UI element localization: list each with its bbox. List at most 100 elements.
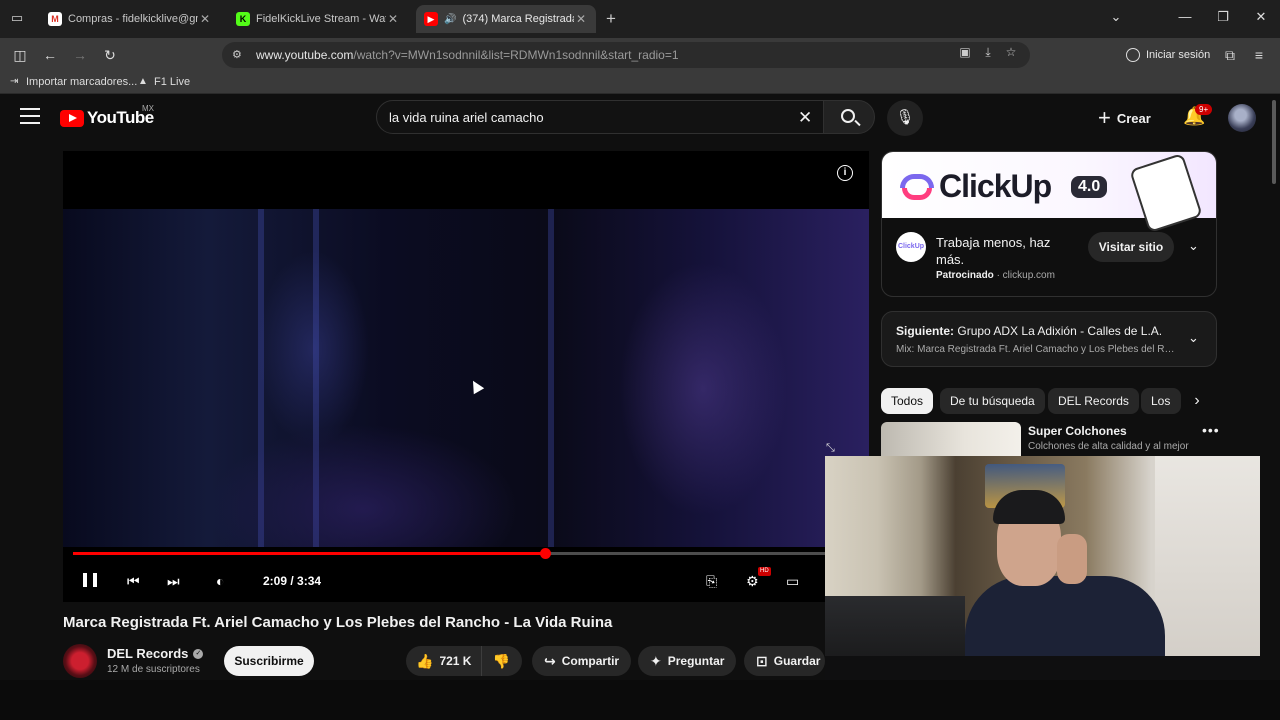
window-close-icon[interactable]: ✕ xyxy=(1251,9,1271,25)
next-icon[interactable]: ⏭ xyxy=(167,571,180,591)
url-path: /watch?v=MWn1sodnnil&list=RDMWn1sodnnil&… xyxy=(353,48,679,62)
search-icon xyxy=(841,109,855,123)
kick-icon: K xyxy=(236,12,250,26)
more-options-icon[interactable]: ••• xyxy=(1202,422,1220,438)
pause-button[interactable] xyxy=(83,571,97,591)
bookmark-f1[interactable]: ▲ F1 Live xyxy=(138,76,190,88)
chevron-down-icon[interactable]: ⌄ xyxy=(1188,330,1199,346)
chip-de-tu-busqueda[interactable]: De tu búsqueda xyxy=(940,388,1045,414)
visit-site-button[interactable]: Visitar sitio xyxy=(1088,232,1174,262)
bookmark-import[interactable]: ⇥ Importar marcadores... xyxy=(10,76,137,88)
youtube-header: YouTube MX la vida ruina ariel camacho ✕… xyxy=(0,94,1280,142)
subtitles-icon[interactable]: ⎘ xyxy=(706,571,717,591)
favorite-star-icon[interactable]: ☆ xyxy=(1003,45,1019,61)
recommendation-thumbnail[interactable] xyxy=(881,422,1021,456)
video-player[interactable]: i ⏮ ⏭ ◐ 2:09 / 3:34 ⎘ ⚙ HD ▭ xyxy=(63,151,869,602)
channel-name[interactable]: DEL Records ✓ xyxy=(107,646,204,661)
new-tab-button[interactable]: + xyxy=(606,9,616,29)
quality-badge: HD xyxy=(758,567,771,576)
address-bar[interactable]: ⚙ www.youtube.com /watch?v=MWn1sodnnil&l… xyxy=(222,42,1030,68)
menu-icon[interactable]: ≡ xyxy=(1250,46,1268,64)
avatar[interactable] xyxy=(1228,104,1256,132)
reload-icon[interactable]: ↻ xyxy=(101,46,119,64)
tab-youtube[interactable]: ▶ 🔊 (374) Marca Registrada Ft. A ✕ xyxy=(416,5,596,33)
chevron-right-icon[interactable]: › xyxy=(1186,390,1208,412)
clickup-logo-icon xyxy=(900,166,934,202)
minimize-icon[interactable]: — xyxy=(1175,9,1195,24)
ad-headline: Trabaja menos, haz más. xyxy=(936,235,1051,267)
tab-title: FidelKickLive Stream - Watch Liv xyxy=(256,13,386,25)
plus-icon: + xyxy=(1098,105,1111,130)
chip-los[interactable]: Los xyxy=(1141,388,1181,414)
subscriber-count: 12 M de suscriptores xyxy=(107,664,200,675)
progress-scrubber[interactable] xyxy=(539,548,551,559)
ask-button[interactable]: ✦ Preguntar xyxy=(638,646,737,676)
share-icon: ↪ xyxy=(544,652,556,669)
site-info-icon[interactable]: ⚙ xyxy=(232,48,246,62)
speaker-icon[interactable]: 🔊 xyxy=(444,14,456,25)
workspaces-icon[interactable]: ◫ xyxy=(11,46,29,64)
pause-icon xyxy=(83,573,97,589)
settings-gear-icon[interactable]: ⚙ HD xyxy=(746,567,771,591)
channel-avatar[interactable] xyxy=(63,644,97,678)
close-icon[interactable]: ✕ xyxy=(198,12,212,26)
youtube-play-icon xyxy=(60,109,84,127)
up-next-card[interactable]: Siguiente: Grupo ADX La Adixión - Calles… xyxy=(881,311,1217,367)
like-button[interactable]: 👍 721 K xyxy=(406,646,483,676)
tab-actions-icon[interactable]: ▭ xyxy=(8,10,26,28)
signin-button[interactable]: Iniciar sesión xyxy=(1126,44,1210,66)
create-label: Crear xyxy=(1116,110,1151,126)
video-frame[interactable] xyxy=(63,209,869,547)
forward-icon[interactable]: → xyxy=(71,46,89,64)
scrollbar[interactable] xyxy=(1272,100,1276,184)
recommendation-subtitle: Colchones de alta calidad y al mejor xyxy=(1028,441,1189,452)
tab-list-chevron-icon[interactable]: ⌄ xyxy=(1106,9,1126,25)
progress-bar[interactable] xyxy=(73,548,859,559)
save-button[interactable]: ⊡ Guardar xyxy=(744,646,825,676)
chevron-down-icon[interactable]: ⌄ xyxy=(1188,238,1199,254)
theater-mode-icon[interactable]: ▭ xyxy=(786,571,799,591)
close-icon[interactable]: ✕ xyxy=(386,12,400,26)
close-icon[interactable]: ✕ xyxy=(574,12,588,26)
thumbs-up-icon: 👍 xyxy=(416,652,434,669)
miniplayer-icon[interactable]: ⤡ xyxy=(826,442,844,458)
like-count: 721 K xyxy=(439,654,472,668)
reader-mode-icon[interactable]: ▣ xyxy=(957,45,973,61)
previous-icon[interactable]: ⏮ xyxy=(127,571,140,591)
tab-title: Compras - fidelkicklive@gmail.c xyxy=(68,13,198,25)
dislike-button[interactable]: 👎 xyxy=(482,653,519,670)
signin-label: Iniciar sesión xyxy=(1146,49,1211,61)
up-next-line: Siguiente: Grupo ADX La Adixión - Calles… xyxy=(896,324,1162,338)
install-app-icon[interactable]: ⤓ xyxy=(980,45,996,61)
sponsored-ad-card[interactable]: ClickUp 4.0 ClickUp Trabaja menos, haz m… xyxy=(881,151,1217,297)
extensions-icon[interactable]: ⧉ xyxy=(1221,46,1239,64)
info-icon[interactable]: i xyxy=(837,165,853,181)
back-icon[interactable]: ← xyxy=(41,46,59,64)
bottom-bar xyxy=(0,680,1280,720)
search-input[interactable]: la vida ruina ariel camacho xyxy=(376,100,824,134)
video-title: Marca Registrada Ft. Ariel Camacho y Los… xyxy=(63,614,613,631)
chip-del-records[interactable]: DEL Records xyxy=(1048,388,1139,414)
voice-search-icon[interactable]: 🎙 xyxy=(887,100,923,136)
create-button[interactable]: + Crear xyxy=(1098,102,1151,134)
bookmark-icon: ⊡ xyxy=(756,652,768,669)
restore-icon[interactable]: ❐ xyxy=(1213,9,1233,25)
subscribe-button[interactable]: Suscribirme xyxy=(224,646,314,676)
share-button[interactable]: ↪ Compartir xyxy=(532,646,632,676)
phone-illustration xyxy=(1129,152,1203,234)
volume-icon[interactable]: ◐ xyxy=(216,571,224,591)
ad-banner[interactable]: ClickUp 4.0 xyxy=(882,152,1216,234)
verified-icon: ✓ xyxy=(193,648,204,659)
hamburger-menu-icon[interactable] xyxy=(20,108,40,124)
youtube-logo[interactable]: YouTube MX xyxy=(60,104,154,128)
tab-gmail[interactable]: M Compras - fidelkicklive@gmail.c ✕ xyxy=(40,5,220,33)
tab-kick[interactable]: K FidelKickLive Stream - Watch Liv ✕ xyxy=(228,5,408,33)
tab-title: (374) Marca Registrada Ft. A xyxy=(462,13,574,25)
clear-search-icon[interactable]: ✕ xyxy=(798,108,812,128)
youtube-icon: ▶ xyxy=(424,12,438,26)
search-button[interactable] xyxy=(823,100,875,134)
sparkle-icon: ✦ xyxy=(650,652,662,669)
profile-icon xyxy=(1126,48,1140,62)
chip-todos[interactable]: Todos xyxy=(881,388,934,414)
recommendation-title[interactable]: Super Colchones xyxy=(1028,424,1127,438)
